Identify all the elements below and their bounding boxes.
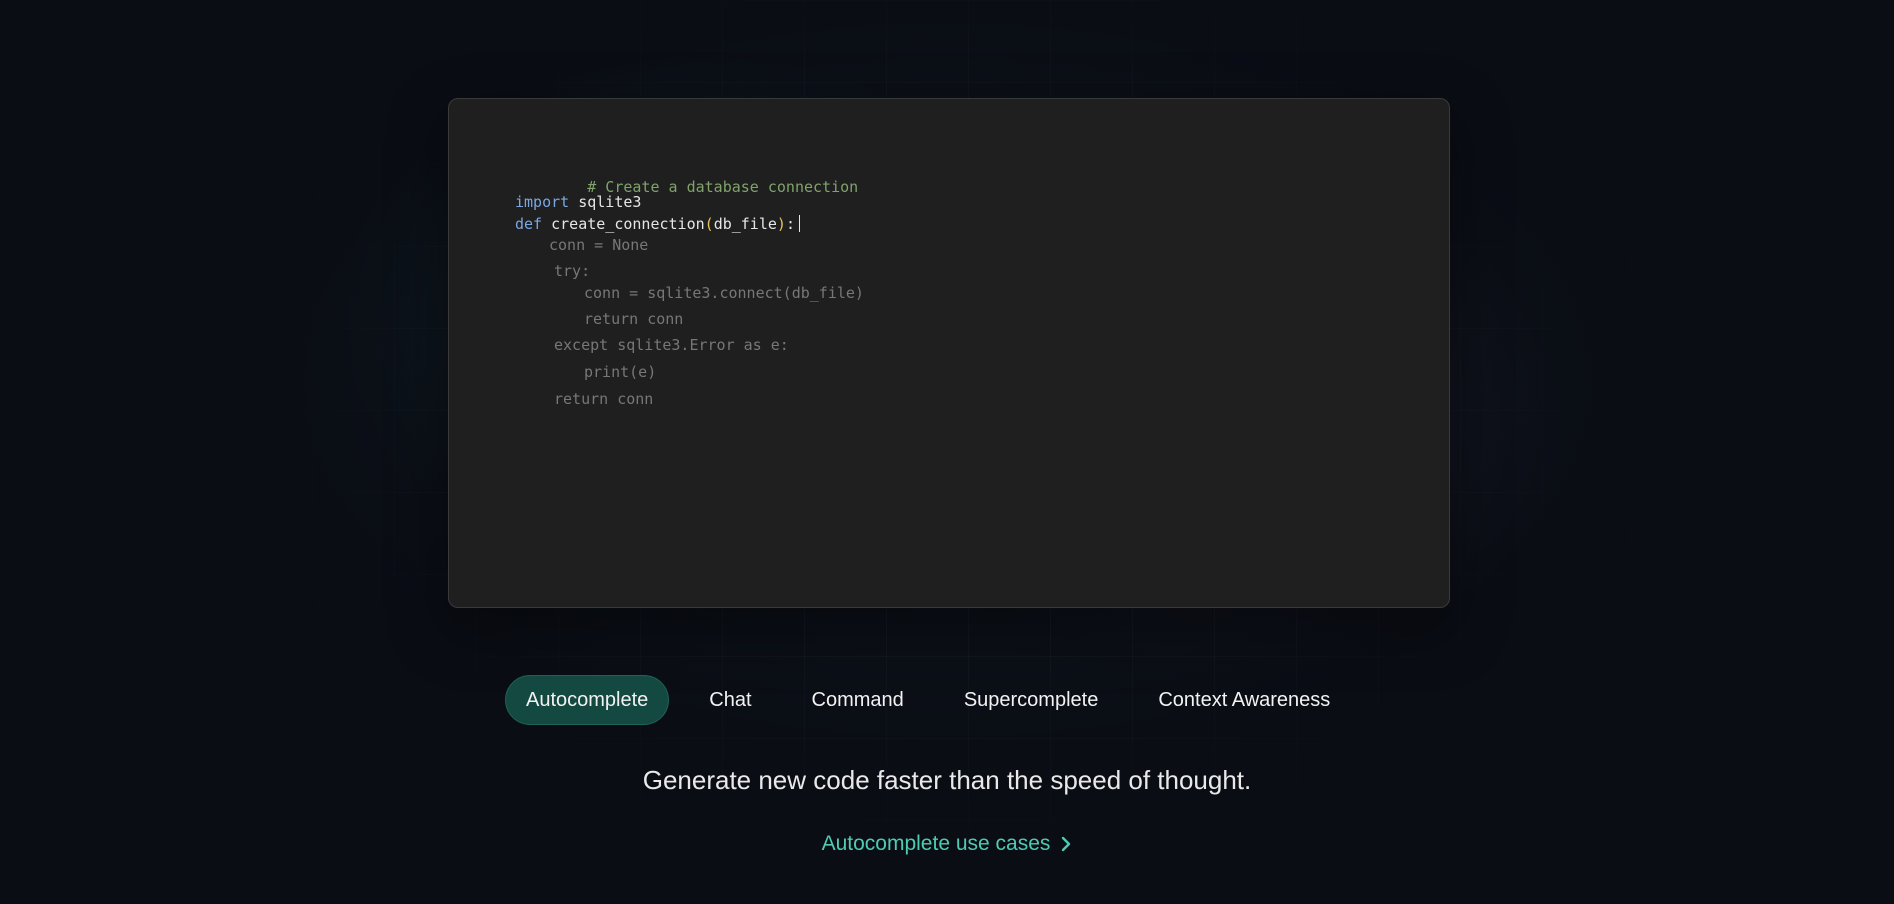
cta-label: Autocomplete use cases <box>821 832 1051 855</box>
function-param: db_file <box>713 215 777 233</box>
feature-tabs: Autocomplete Chat Command Supercomplete … <box>505 675 1370 725</box>
paren-close: ) <box>776 215 786 233</box>
function-name: create_connection <box>542 215 705 233</box>
ghost-line: return conn <box>584 310 684 328</box>
ghost-line: print(e) <box>584 363 657 381</box>
page: # Create a database connection import sq… <box>0 0 1894 904</box>
tab-context-awareness[interactable]: Context Awareness <box>1138 675 1350 725</box>
tab-supercomplete[interactable]: Supercomplete <box>944 675 1119 725</box>
ghost-line: except sqlite3.Error as e: <box>554 336 789 354</box>
def-colon: : <box>785 215 795 233</box>
paren-open: ( <box>704 215 714 233</box>
tab-chat[interactable]: Chat <box>689 675 771 725</box>
autocomplete-use-cases-link[interactable]: Autocomplete use cases <box>0 832 1894 856</box>
chevron-right-icon <box>1062 836 1071 852</box>
code-editor-window: # Create a database connection import sq… <box>448 98 1450 608</box>
import-module: sqlite3 <box>569 193 642 211</box>
import-keyword: import <box>515 193 570 211</box>
ghost-line: try: <box>554 262 591 280</box>
code-line-comment: # Create a database connection <box>515 157 858 196</box>
ghost-line: conn = sqlite3.connect(db_file) <box>584 284 864 302</box>
code-line-def: def create_connection(db_file): <box>515 214 801 234</box>
code-line-import: import sqlite3 <box>515 192 641 212</box>
ghost-line: return conn <box>554 390 654 408</box>
text-caret <box>798 215 801 232</box>
tab-autocomplete[interactable]: Autocomplete <box>505 675 670 725</box>
ghost-line: conn = None <box>549 236 649 254</box>
def-keyword: def <box>515 215 543 233</box>
tab-command[interactable]: Command <box>792 675 924 725</box>
feature-tagline: Generate new code faster than the speed … <box>642 765 1252 795</box>
